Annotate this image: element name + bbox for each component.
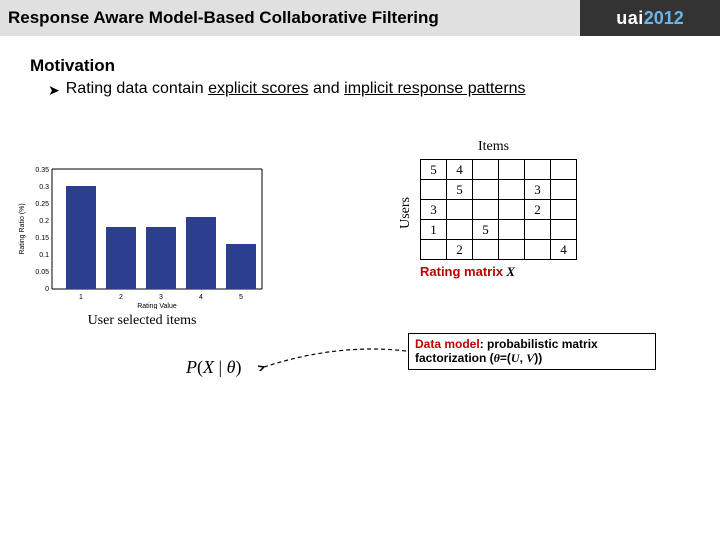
bar-chart-svg: 0 0.05 0.1 0.15 0.2 0.25 0.3 0.35 <box>12 159 272 309</box>
svg-text:0.25: 0.25 <box>35 201 49 208</box>
cell <box>499 200 525 220</box>
cell <box>473 200 499 220</box>
matrix-caption-red: Rating matrix <box>420 264 503 279</box>
users-label: Users <box>398 197 414 229</box>
bullet-mid: and <box>309 80 345 97</box>
formula-bar: | <box>214 357 227 377</box>
bar-chart: 0 0.05 0.1 0.15 0.2 0.25 0.3 0.35 <box>12 159 272 329</box>
svg-text:Rating Value: Rating Value <box>137 303 177 309</box>
bullet-underline-2: implicit response patterns <box>344 80 525 97</box>
formula-close: ) <box>235 357 241 377</box>
data-model-label: Data model <box>415 337 480 351</box>
cell: 5 <box>421 160 447 180</box>
cell: 4 <box>551 240 577 260</box>
u-var: U <box>511 351 520 365</box>
cell <box>421 180 447 200</box>
cell <box>525 160 551 180</box>
bullet-text: Rating data contain explicit scores and … <box>66 80 526 99</box>
bullet-underline-1: explicit scores <box>208 80 308 97</box>
formula-x: X <box>203 357 214 377</box>
cell: 5 <box>447 180 473 200</box>
eq: =( <box>500 351 511 365</box>
cell <box>551 220 577 240</box>
cell <box>421 240 447 260</box>
cell <box>499 240 525 260</box>
cell: 5 <box>473 220 499 240</box>
cell <box>473 180 499 200</box>
logo-brand: uai <box>616 8 644 29</box>
chart-caption: User selected items <box>12 313 272 329</box>
page-title: Response Aware Model-Based Collaborative… <box>8 8 439 28</box>
cell <box>551 180 577 200</box>
svg-text:1: 1 <box>79 294 83 301</box>
cell <box>473 240 499 260</box>
svg-text:3: 3 <box>159 294 163 301</box>
cell <box>499 160 525 180</box>
svg-text:0.35: 0.35 <box>35 167 49 174</box>
formula-p: P <box>186 357 197 377</box>
cell <box>551 160 577 180</box>
cell: 1 <box>421 220 447 240</box>
matrix-caption-var: X <box>503 264 515 279</box>
cell <box>499 180 525 200</box>
svg-text:0.3: 0.3 <box>39 184 49 191</box>
cell <box>525 240 551 260</box>
data-model-box: Data model: probabilistic matrix factori… <box>408 333 656 370</box>
cell: 3 <box>525 180 551 200</box>
rating-matrix-area: Items Users 54 53 32 15 24 Rating matrix… <box>420 145 577 280</box>
cell: 2 <box>525 200 551 220</box>
logo: uai 2012 <box>580 0 720 36</box>
logo-year: 2012 <box>644 8 684 29</box>
dashed-arrow-icon <box>258 347 408 371</box>
content: Motivation ➤ Rating data contain explici… <box>0 36 720 519</box>
cell <box>447 200 473 220</box>
close-paren: )) <box>534 351 542 365</box>
svg-text:5: 5 <box>239 294 243 301</box>
probability-formula: P(X | θ) <box>186 357 241 378</box>
bullet-arrow-icon: ➤ <box>48 80 60 99</box>
svg-text:Rating Ratio (%): Rating Ratio (%) <box>19 203 26 254</box>
cell <box>447 220 473 240</box>
header-bar: Response Aware Model-Based Collaborative… <box>0 0 720 36</box>
bullet-prefix: Rating data contain <box>66 80 208 97</box>
cell <box>525 220 551 240</box>
svg-text:2: 2 <box>119 294 123 301</box>
svg-text:0: 0 <box>45 286 49 293</box>
motivation-bullet: ➤ Rating data contain explicit scores an… <box>48 80 690 99</box>
cell: 4 <box>447 160 473 180</box>
matrix-caption: Rating matrix X <box>420 264 577 280</box>
items-label: Items <box>478 139 509 155</box>
svg-text:0.15: 0.15 <box>35 235 49 242</box>
svg-text:0.05: 0.05 <box>35 269 49 276</box>
cell <box>499 220 525 240</box>
motivation-heading: Motivation <box>30 56 690 76</box>
cell <box>551 200 577 220</box>
main-area: 0 0.05 0.1 0.15 0.2 0.25 0.3 0.35 <box>30 159 690 519</box>
rating-matrix: 54 53 32 15 24 <box>420 159 577 260</box>
svg-text:0.1: 0.1 <box>39 252 49 259</box>
cell: 3 <box>421 200 447 220</box>
cell: 2 <box>447 240 473 260</box>
svg-text:4: 4 <box>199 294 203 301</box>
cell <box>473 160 499 180</box>
svg-text:0.2: 0.2 <box>39 218 49 225</box>
